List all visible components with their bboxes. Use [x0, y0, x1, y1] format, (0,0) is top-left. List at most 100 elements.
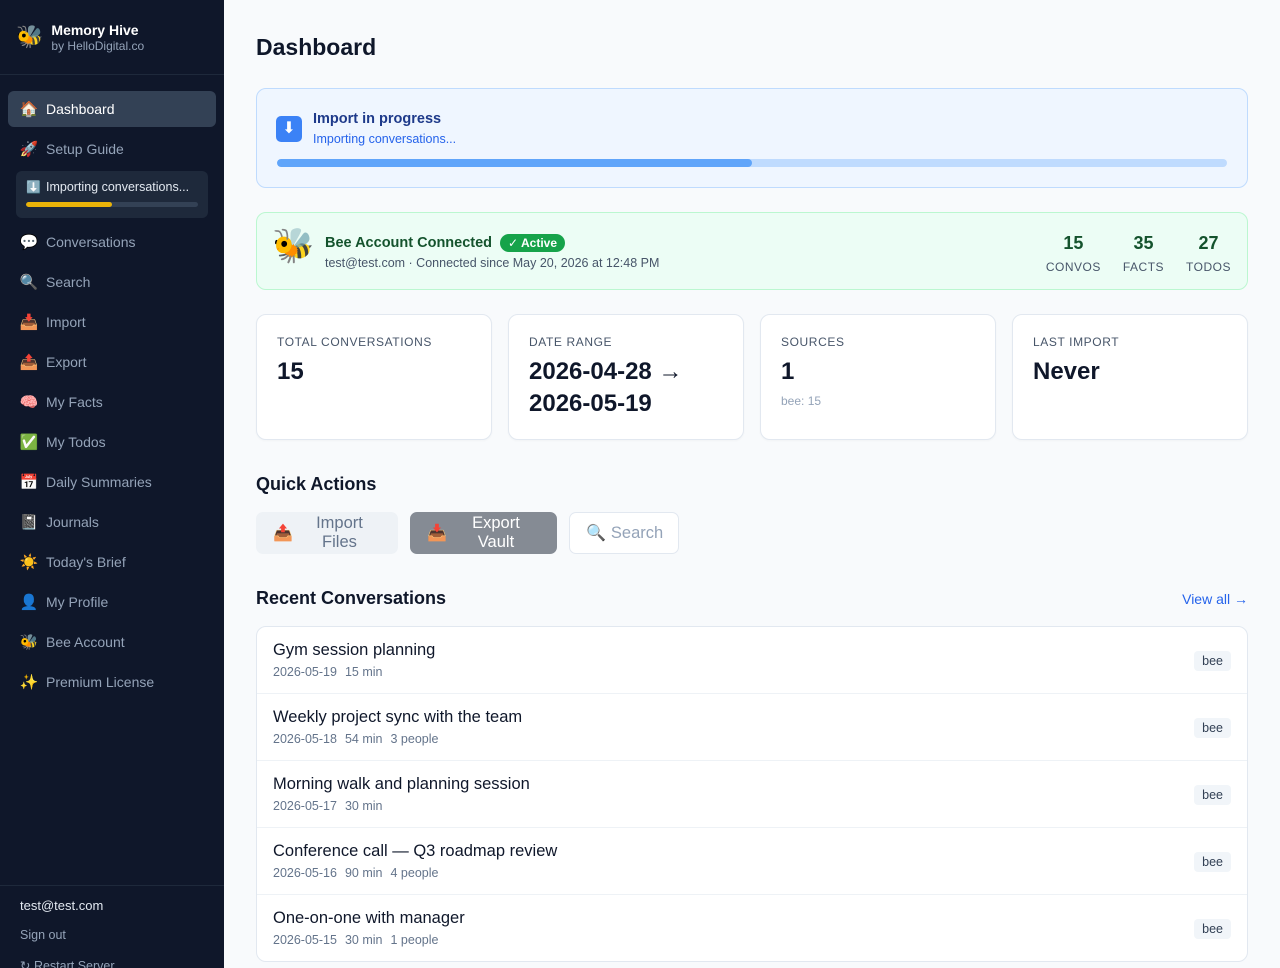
sidebar-import-progress-bar [26, 202, 198, 207]
sidebar-item-dashboard[interactable]: 🏠 Dashboard [8, 91, 216, 127]
conversation-title: One-on-one with manager [273, 909, 465, 927]
bee-account-stats: 15 CONVOS 35 FACTS 27 TODOS [1024, 233, 1231, 274]
view-all-link[interactable]: View all → [1182, 591, 1248, 607]
quick-actions: 📤 Import Files 📥 Export Vault 🔍 Search [256, 512, 691, 554]
sidebar-item-daily-summaries[interactable]: 📅 Daily Summaries [8, 464, 216, 500]
conversation-meta: 2026-05-17 30 min [273, 799, 1231, 813]
sidebar-item-label: Setup Guide [46, 141, 124, 157]
calendar-icon: 📅 [19, 473, 39, 491]
user-email: test@test.com [20, 898, 104, 913]
button-label: Import Files [316, 514, 363, 551]
sidebar-item-todays-brief[interactable]: ☀️ Today's Brief [8, 544, 216, 580]
main-content: Dashboard ⬇ Import in progress Importing… [224, 0, 1280, 968]
sidebar-item-my-profile[interactable]: 👤 My Profile [8, 584, 216, 620]
sidebar-item-label: Bee Account [46, 634, 125, 650]
outbox-tray-icon: 📤 [273, 525, 293, 542]
brain-icon: 🧠 [19, 393, 39, 411]
stat-value: Never [1033, 358, 1100, 385]
conversation-duration: 15 min [344, 665, 383, 679]
sidebar-item-search[interactable]: 🔍 Search [8, 264, 216, 300]
sidebar-item-premium-license[interactable]: ✨ Premium License [8, 664, 216, 700]
conversation-people: 3 people [390, 732, 439, 746]
sidebar-item-label: Import [46, 314, 86, 330]
conversation-meta: 2026-05-19 15 min [273, 665, 1231, 679]
sidebar-item-my-facts[interactable]: 🧠 My Facts [8, 384, 216, 420]
sun-icon: ☀️ [19, 553, 39, 571]
search-button[interactable]: 🔍 Search [569, 512, 679, 554]
stat-value: 15 [277, 358, 304, 385]
source-badge: bee [1194, 852, 1231, 872]
download-icon: ⬇️ [26, 180, 41, 194]
sidebar-item-label: Dashboard [46, 101, 115, 117]
bee-icon: 🐝 [19, 633, 39, 651]
house-icon: 🏠 [19, 100, 39, 118]
source-badge: bee [1194, 718, 1231, 738]
import-files-button[interactable]: 📤 Import Files [256, 512, 398, 554]
check-mark-icon: ✅ [19, 433, 39, 451]
conversation-date: 2026-05-17 [273, 799, 337, 813]
import-progress-fill [277, 159, 752, 167]
inbox-tray-icon: 📥 [427, 525, 447, 542]
sidebar-item-import[interactable]: 📥 Import [8, 304, 216, 340]
conversation-people: 4 people [390, 866, 439, 880]
sidebar-item-conversations[interactable]: 💬 Conversations [8, 224, 216, 260]
bee-stat-value: 35 [1133, 233, 1154, 253]
export-vault-button[interactable]: 📥 Export Vault [410, 512, 557, 554]
brand[interactable]: 🐝 Memory Hive by HelloDigital.co [0, 0, 224, 75]
conversation-title: Weekly project sync with the team [273, 708, 523, 726]
sidebar-item-bee-account[interactable]: 🐝 Bee Account [8, 624, 216, 660]
conversation-meta: 2026-05-18 54 min 3 people [273, 732, 1231, 746]
list-item[interactable]: Weekly project sync with the team 2026-0… [257, 694, 1247, 761]
sidebar-item-label: Search [46, 274, 91, 290]
bee-account-card: 🐝 Bee Account Connected ✓ Active test@te… [256, 212, 1248, 290]
stat-label: TOTAL CONVERSATIONS [277, 335, 432, 349]
sidebar-item-label: My Profile [46, 594, 109, 610]
sidebar-nav: 🏠 Dashboard 🚀 Setup Guide ⬇️ Importing c… [0, 75, 224, 700]
conversation-duration: 54 min [344, 732, 383, 746]
sidebar-footer: test@test.com Sign out ↻ Restart Server [0, 885, 224, 968]
sidebar-item-label: Journals [46, 514, 99, 530]
button-label: Export Vault [472, 514, 520, 551]
conversation-title: Conference call — Q3 roadmap review [273, 842, 558, 860]
conversation-duration: 30 min [344, 933, 383, 947]
quick-actions-title: Quick Actions [256, 474, 377, 494]
stat-card-last-import: LAST IMPORT Never [1012, 314, 1248, 440]
sidebar-item-label: My Facts [46, 394, 103, 410]
stat-value: 1 [781, 358, 795, 385]
list-item[interactable]: Conference call — Q3 roadmap review 2026… [257, 828, 1247, 895]
sidebar: 🐝 Memory Hive by HelloDigital.co 🏠 Dashb… [0, 0, 224, 968]
speech-bubble-icon: 💬 [19, 233, 39, 251]
source-badge: bee [1194, 651, 1231, 671]
stat-subtext: bee: 15 [781, 394, 822, 408]
outbox-tray-icon: 📤 [19, 353, 39, 371]
conversation-date: 2026-05-15 [273, 933, 337, 947]
stat-value: 2026-04-28 → 2026-05-19 [529, 358, 683, 417]
page-title: Dashboard [256, 34, 377, 60]
sign-out-link[interactable]: Sign out [20, 928, 204, 946]
import-progress-card: ⬇ Import in progress Importing conversat… [256, 88, 1248, 188]
bee-stat-value: 15 [1063, 233, 1084, 253]
list-item[interactable]: Morning walk and planning session 2026-0… [257, 761, 1247, 828]
sparkles-icon: ✨ [19, 673, 39, 691]
bee-stat-label: CONVOS [1045, 260, 1101, 274]
conversation-date: 2026-05-19 [273, 665, 337, 679]
sidebar-item-my-todos[interactable]: ✅ My Todos [8, 424, 216, 460]
inbox-tray-icon: 📥 [19, 313, 39, 331]
list-item[interactable]: Gym session planning 2026-05-19 15 min be… [257, 627, 1247, 694]
sidebar-item-label: Conversations [46, 234, 136, 250]
conversation-title: Morning walk and planning session [273, 775, 530, 793]
sidebar-import-label: Importing conversations... [46, 180, 190, 194]
sidebar-item-setup-guide[interactable]: 🚀 Setup Guide [8, 131, 216, 167]
sidebar-item-label: Premium License [46, 674, 155, 690]
list-item[interactable]: One-on-one with manager 2026-05-15 30 min… [257, 895, 1247, 961]
sidebar-item-export[interactable]: 📤 Export [8, 344, 216, 380]
stat-card-date-range: DATE RANGE 2026-04-28 → 2026-05-19 [508, 314, 744, 440]
sidebar-import-status[interactable]: ⬇️ Importing conversations... [16, 171, 208, 218]
sidebar-item-journals[interactable]: 📓 Journals [8, 504, 216, 540]
bee-stat-value: 27 [1198, 233, 1219, 253]
import-progress-subtitle: Importing conversations... [313, 132, 457, 146]
restart-server-link[interactable]: ↻ Restart Server [20, 958, 204, 968]
bee-stat-convos: 15 CONVOS [1046, 233, 1101, 274]
rocket-icon: 🚀 [19, 140, 39, 158]
bee-logo-icon: 🐝 [16, 24, 44, 49]
